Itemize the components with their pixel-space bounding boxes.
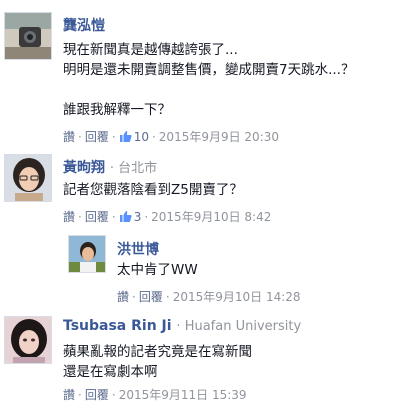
author-name-text[interactable]: Tsubasa Rin Ji [63, 318, 172, 334]
author-name[interactable]: 龔泓愷 [63, 15, 105, 35]
comment-1: 龔泓愷 現在新聞真是越傳越誇張了... 明明是還未開賣調整售價，變成開賣7天跳水… [0, 0, 405, 150]
thumbs-up-icon [119, 130, 132, 146]
comment-text: 蘋果亂報的記者究竟是在寫新聞 還是在寫劇本啊 [63, 344, 252, 380]
reply-link[interactable]: 回覆 [85, 130, 109, 144]
timestamp[interactable]: 2015年9月9日 20:30 [159, 130, 279, 144]
like-link[interactable]: 讚 [117, 290, 129, 304]
comment-actions: 讚 · 回覆 · 10 · 2015年9月9日 20:30 [63, 130, 280, 146]
avatar-photo-icon [5, 13, 51, 59]
avatar[interactable] [68, 235, 106, 273]
comment-actions: 讚 · 回覆 · 3 · 2015年9月10日 8:42 [63, 210, 272, 226]
comment-text: 現在新聞真是越傳越誇張了... 明明是還未開賣調整售價，變成開賣7天跳水...？… [63, 42, 355, 118]
like-link[interactable]: 讚 [63, 130, 75, 144]
comment-3: Tsubasa Rin Ji · Huafan University 蘋果亂報的… [0, 310, 405, 410]
author-name[interactable]: 洪世博 [117, 239, 159, 259]
comment-text: 太中肯了WW [117, 262, 198, 278]
location-text: · 台北市 [109, 161, 158, 176]
reply-link[interactable]: 回覆 [85, 388, 109, 402]
author-name-text[interactable]: 黃昫翔 [63, 160, 105, 176]
avatar[interactable] [4, 154, 52, 202]
timestamp[interactable]: 2015年9月10日 14:28 [173, 290, 301, 304]
author-name[interactable]: 黃昫翔 · 台北市 [63, 157, 157, 177]
avatar[interactable] [4, 12, 52, 60]
thumbs-up-icon [119, 210, 132, 226]
avatar-photo-icon [5, 155, 51, 201]
comment-2: 黃昫翔 · 台北市 記者您觀落陰看到Z5開賣了？ 讚 · 回覆 · 3 · 2015年9月1… [0, 150, 405, 230]
comment-text: 記者您觀落陰看到Z5開賣了？ [63, 182, 243, 198]
comment-actions: 讚 · 回覆 · 2015年9月10日 14:28 [117, 290, 301, 304]
like-link[interactable]: 讚 [63, 388, 75, 402]
avatar-photo-icon [5, 317, 51, 363]
avatar-photo-icon [69, 236, 105, 272]
reply-link[interactable]: 回覆 [139, 290, 163, 304]
like-count[interactable]: 3 [134, 210, 142, 224]
reply-link[interactable]: 回覆 [85, 210, 109, 224]
timestamp[interactable]: 2015年9月10日 8:42 [151, 210, 271, 224]
like-link[interactable]: 讚 [63, 210, 75, 224]
affiliation-text: · Huafan University [176, 319, 302, 334]
comment-actions: 讚 · 回覆 · 2015年9月11日 15:39 [63, 388, 247, 402]
like-count[interactable]: 10 [134, 130, 149, 144]
reply-comment: 洪世博 太中肯了WW 讚 · 回覆 · 2015年9月10日 14:28 [0, 230, 405, 310]
author-name[interactable]: Tsubasa Rin Ji · Huafan University [63, 318, 301, 334]
avatar[interactable] [4, 316, 52, 364]
timestamp[interactable]: 2015年9月11日 15:39 [119, 388, 247, 402]
